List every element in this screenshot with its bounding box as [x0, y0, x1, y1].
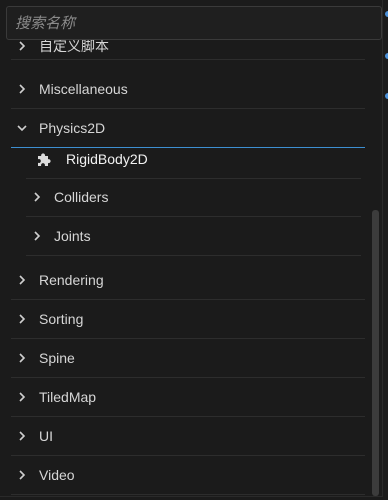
tree-item-label: Joints: [54, 228, 91, 244]
tree-item-label: Physics2D: [39, 120, 106, 136]
tree-item-label: TiledMap: [39, 389, 97, 405]
chevron-right-icon: [15, 431, 29, 441]
chevron-right-icon: [15, 392, 29, 402]
tree-item-label: Rendering: [39, 272, 104, 288]
background-editor-icon: [385, 11, 388, 99]
tree-item-rigidbody2d[interactable]: RigidBody2D: [26, 140, 361, 179]
tree-item-spine[interactable]: Spine: [11, 339, 365, 378]
tree-item-video[interactable]: Video: [11, 456, 365, 495]
chevron-right-icon: [30, 231, 44, 241]
tree-item-label: Video: [39, 467, 75, 483]
tree-item-joints[interactable]: Joints: [26, 217, 361, 256]
tree-item-label: Spine: [39, 350, 75, 366]
chevron-right-icon: [15, 84, 29, 94]
chevron-right-icon: [15, 275, 29, 285]
chevron-down-icon: [15, 124, 29, 132]
tree-item-rendering[interactable]: Rendering: [11, 261, 365, 300]
chevron-right-icon: [15, 40, 29, 51]
chevron-right-icon: [15, 314, 29, 324]
tree-item-label: Colliders: [54, 189, 109, 205]
chevron-right-icon: [15, 470, 29, 480]
tree-item-label: RigidBody2D: [66, 151, 148, 167]
chevron-right-icon: [30, 192, 44, 202]
tree-item-label: 自定义脚本: [39, 40, 109, 54]
tree-item-miscellaneous[interactable]: Miscellaneous: [11, 70, 365, 109]
tree-item-colliders[interactable]: Colliders: [26, 178, 361, 217]
tree-item-tiledmap[interactable]: TiledMap: [11, 378, 365, 417]
tree-item-custom-script[interactable]: 自定义脚本: [11, 40, 365, 60]
puzzle-icon: [36, 151, 52, 167]
tree-item-label: UI: [39, 428, 53, 444]
tree-item-label: Sorting: [39, 311, 84, 327]
component-tree: 自定义脚本 Miscellaneous Physics2D RigidBody2…: [0, 40, 370, 496]
chevron-right-icon: [15, 353, 29, 363]
search-input[interactable]: [6, 6, 382, 40]
tree-item-ui[interactable]: UI: [11, 417, 365, 456]
tree-item-sorting[interactable]: Sorting: [11, 300, 365, 339]
tree-item-label: Miscellaneous: [39, 81, 128, 97]
scrollbar-thumb[interactable]: [372, 210, 379, 496]
